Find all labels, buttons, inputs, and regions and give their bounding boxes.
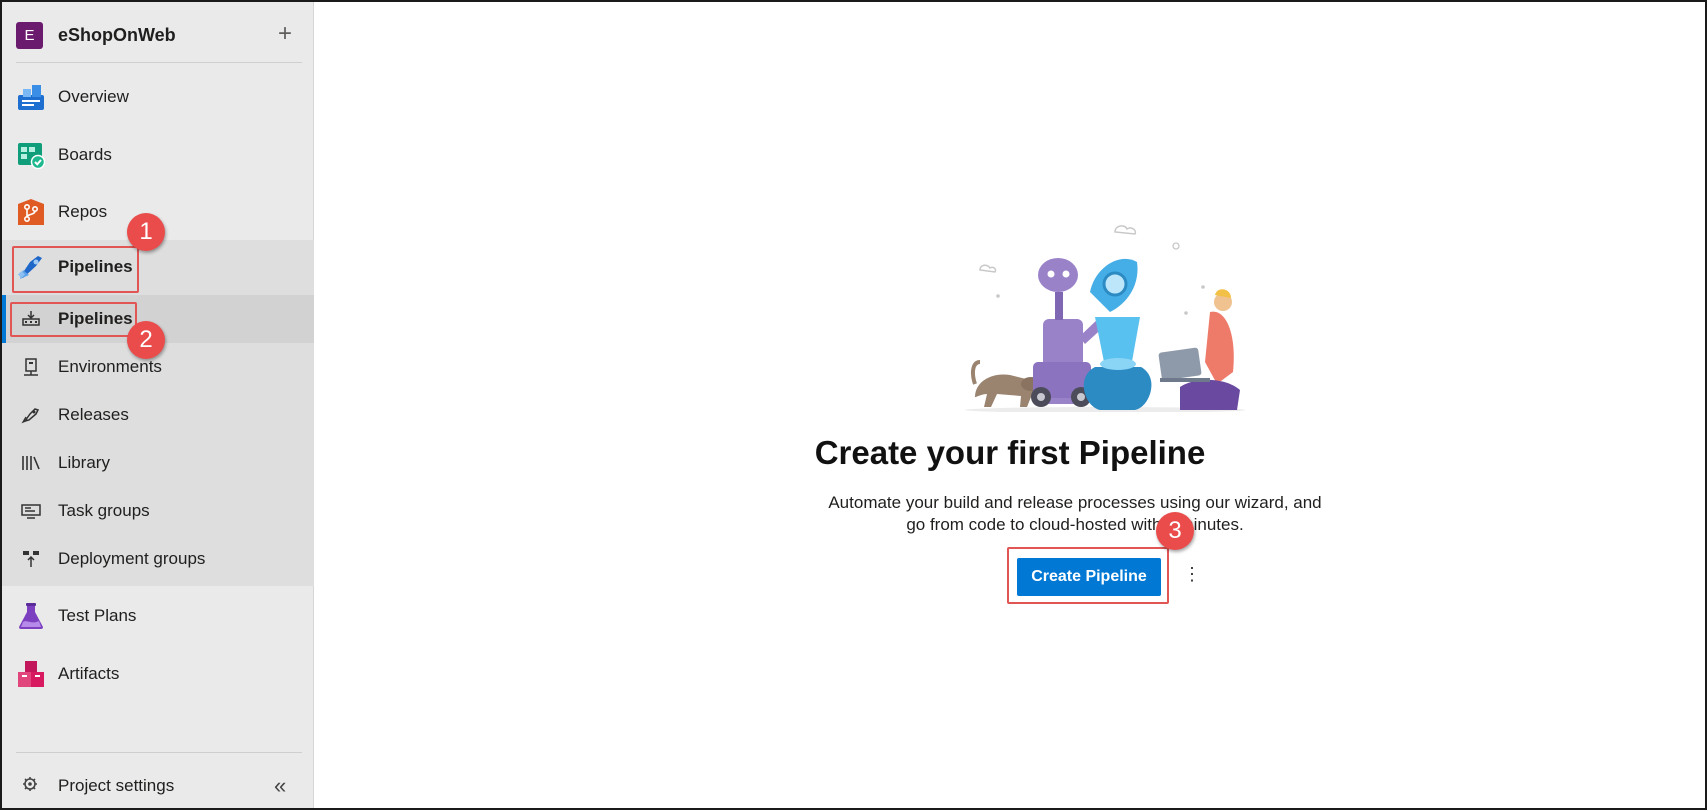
subnav-item-label: Deployment groups: [58, 549, 206, 568]
artifacts-icon: [16, 659, 46, 689]
environments-icon: [20, 356, 42, 378]
gear-icon: [22, 776, 38, 797]
page-description: Automate your build and release processe…: [828, 493, 1322, 534]
divider: [16, 62, 302, 63]
pipeline-illustration: [965, 225, 1245, 412]
project-avatar: E: [16, 21, 43, 49]
sidebar-item-label: Boards: [58, 145, 112, 164]
sidebar-item-label: Artifacts: [58, 664, 120, 683]
subnav-item-label: Releases: [58, 405, 129, 424]
add-icon[interactable]: +: [278, 20, 292, 48]
divider: [16, 752, 302, 753]
subnav-item-library[interactable]: Library: [2, 439, 314, 487]
boards-icon: [16, 140, 46, 170]
sidebar-item-label: Overview: [58, 87, 129, 106]
annotation-box-2: [10, 302, 137, 337]
subnav-item-label: Task groups: [58, 501, 150, 520]
subnav-item-label: Library: [58, 453, 110, 472]
task-groups-icon: [20, 500, 42, 522]
sidebar-item-label: Repos: [58, 202, 108, 221]
project-settings-label: Project settings: [58, 776, 175, 795]
releases-icon: [20, 404, 42, 426]
annotation-box-3: [1007, 547, 1169, 604]
overview-icon: [16, 82, 46, 112]
project-header[interactable]: E eShopOnWeb +: [16, 20, 306, 50]
sidebar-item-label: Test Plans: [58, 606, 137, 625]
subnav-item-task-groups[interactable]: Task groups: [2, 487, 314, 535]
annotation-box-1: [12, 246, 139, 293]
sidebar-item-boards[interactable]: Boards: [2, 128, 314, 182]
sidebar: E eShopOnWeb + Overview Boards Repos Pip…: [2, 2, 314, 808]
subnav-item-deployment-groups[interactable]: Deployment groups: [2, 535, 314, 583]
page-title: Create your first Pipeline: [814, 434, 1206, 471]
annotation-badge-3: 3: [1156, 512, 1194, 550]
repos-icon: [16, 197, 46, 227]
more-options-icon[interactable]: ⋮: [1183, 564, 1201, 585]
project-name[interactable]: eShopOnWeb: [58, 25, 176, 46]
main-content: Create your first Pipeline Automate your…: [315, 2, 1705, 808]
annotation-badge-1: 1: [127, 213, 165, 251]
deployment-groups-icon: [20, 548, 42, 570]
sidebar-item-overview[interactable]: Overview: [2, 70, 314, 124]
test-plans-icon: [16, 601, 46, 631]
subnav-item-label: Environments: [58, 357, 162, 376]
sidebar-item-artifacts[interactable]: Artifacts: [2, 647, 314, 701]
collapse-sidebar-icon[interactable]: «: [274, 773, 286, 799]
library-icon: [20, 452, 42, 474]
sidebar-item-test-plans[interactable]: Test Plans: [2, 589, 314, 643]
subnav-item-releases[interactable]: Releases: [2, 391, 314, 439]
project-settings[interactable]: Project settings «: [2, 765, 314, 807]
annotation-badge-2: 2: [127, 321, 165, 359]
